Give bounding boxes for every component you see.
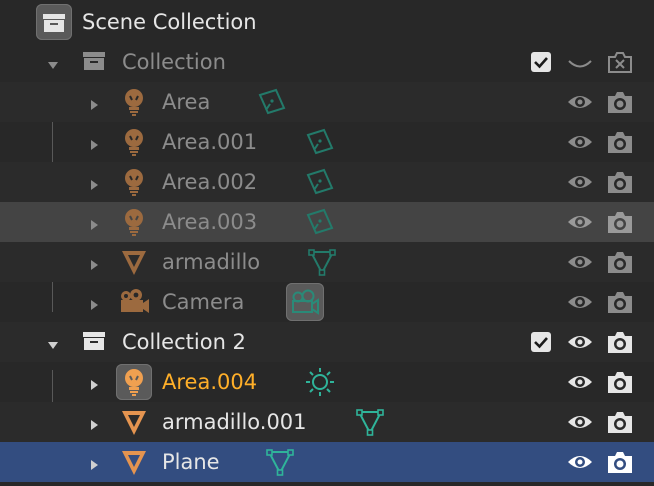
collection-label: Collection 2: [122, 330, 246, 354]
disclosure-collapsed-icon[interactable]: [86, 294, 102, 310]
mesh-object-icon: [118, 246, 150, 278]
collection-label: Collection: [122, 50, 226, 74]
eye-icon[interactable]: [566, 328, 594, 356]
scene-collection-row[interactable]: Scene Collection: [0, 2, 654, 42]
scene-collection-icon: [36, 4, 72, 40]
camera-render-icon[interactable]: [606, 208, 634, 236]
light-object-icon: [118, 166, 150, 198]
object-label: Area.003: [162, 210, 258, 234]
disclosure-collapsed-icon[interactable]: [86, 454, 102, 470]
area-light-data-icon[interactable]: [304, 206, 336, 238]
camera-render-icon[interactable]: [606, 368, 634, 396]
object-label: Camera: [162, 290, 245, 314]
disclosure-expanded-icon[interactable]: [45, 334, 61, 350]
collection-icon: [78, 326, 110, 358]
sun-light-data-icon[interactable]: [304, 366, 336, 398]
disclosure-expanded-icon[interactable]: [45, 54, 61, 70]
eye-icon[interactable]: [566, 288, 594, 316]
mesh-object-icon: [118, 446, 150, 478]
eye-icon[interactable]: [566, 408, 594, 436]
object-label: Area.001: [162, 130, 258, 154]
eye-icon[interactable]: [566, 168, 594, 196]
area-light-data-icon[interactable]: [304, 126, 336, 158]
collection-icon: [78, 46, 110, 78]
camera-render-icon[interactable]: [606, 88, 634, 116]
object-row-selected[interactable]: Plane: [0, 442, 654, 482]
collection-row[interactable]: Collection: [0, 42, 654, 82]
object-label: Area.002: [162, 170, 258, 194]
camera-render-icon[interactable]: [606, 448, 634, 476]
disclosure-collapsed-icon[interactable]: [86, 374, 102, 390]
collection-row[interactable]: Collection 2: [0, 322, 654, 362]
eye-closed-icon[interactable]: [566, 48, 594, 76]
disclosure-collapsed-icon[interactable]: [86, 134, 102, 150]
eye-icon[interactable]: [566, 368, 594, 396]
camera-render-icon[interactable]: [606, 328, 634, 356]
object-row-active[interactable]: Area.004: [0, 362, 654, 402]
scene-collection-label: Scene Collection: [82, 10, 257, 34]
mesh-object-icon: [118, 406, 150, 438]
light-object-icon: [118, 86, 150, 118]
object-row-hovered[interactable]: Area.003: [0, 202, 654, 242]
object-row[interactable]: armadillo.001: [0, 402, 654, 442]
object-label: armadillo: [162, 250, 261, 274]
object-label: Plane: [162, 450, 220, 474]
camera-render-icon[interactable]: [606, 408, 634, 436]
light-object-icon: [116, 364, 152, 400]
eye-icon[interactable]: [566, 128, 594, 156]
disclosure-collapsed-icon[interactable]: [86, 254, 102, 270]
eye-icon[interactable]: [566, 208, 594, 236]
object-row[interactable]: Area: [0, 82, 654, 122]
disclosure-collapsed-icon[interactable]: [86, 174, 102, 190]
object-row[interactable]: Camera: [0, 282, 654, 322]
object-row[interactable]: armadillo: [0, 242, 654, 282]
mesh-data-icon[interactable]: [264, 446, 296, 478]
light-object-icon: [118, 206, 150, 238]
object-row[interactable]: Area.002: [0, 162, 654, 202]
object-label: armadillo.001: [162, 410, 307, 434]
object-label: Area.004: [162, 370, 258, 394]
disclosure-collapsed-icon[interactable]: [86, 214, 102, 230]
camera-data-icon[interactable]: [286, 283, 324, 321]
collection-checkbox[interactable]: [531, 52, 551, 72]
camera-object-icon: [118, 286, 150, 318]
object-row[interactable]: Area.001: [0, 122, 654, 162]
area-light-data-icon[interactable]: [304, 166, 336, 198]
disclosure-collapsed-icon[interactable]: [86, 94, 102, 110]
camera-render-icon[interactable]: [606, 128, 634, 156]
collection-checkbox[interactable]: [531, 332, 551, 352]
camera-render-icon[interactable]: [606, 168, 634, 196]
mesh-data-icon[interactable]: [354, 406, 386, 438]
camera-disabled-icon[interactable]: [606, 48, 634, 76]
eye-icon[interactable]: [566, 448, 594, 476]
eye-icon[interactable]: [566, 88, 594, 116]
mesh-data-icon[interactable]: [306, 246, 338, 278]
area-light-data-icon[interactable]: [256, 86, 288, 118]
eye-icon[interactable]: [566, 248, 594, 276]
camera-render-icon[interactable]: [606, 248, 634, 276]
disclosure-collapsed-icon[interactable]: [86, 414, 102, 430]
camera-render-icon[interactable]: [606, 288, 634, 316]
light-object-icon: [118, 126, 150, 158]
object-label: Area: [162, 90, 211, 114]
